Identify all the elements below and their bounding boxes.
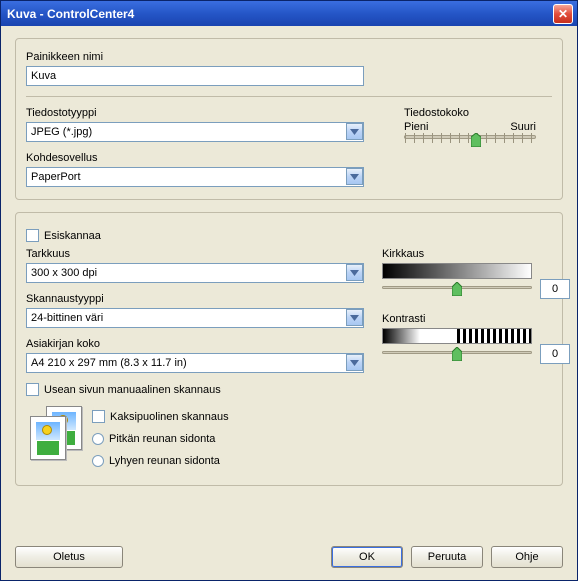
shortedge-radio[interactable]	[92, 455, 104, 467]
duplex-preview-icon	[30, 406, 86, 462]
multipage-checkbox[interactable]	[26, 383, 39, 396]
prescan-checkbox[interactable]	[26, 229, 39, 242]
targetapp-combo[interactable]: PaperPort	[26, 167, 364, 187]
close-icon: ✕	[558, 7, 568, 21]
targetapp-value: PaperPort	[31, 171, 81, 183]
prescan-label: Esiskannaa	[44, 230, 101, 242]
longedge-label: Pitkän reunan sidonta	[109, 433, 215, 445]
chevron-down-icon	[346, 168, 363, 185]
button-name-input[interactable]: Kuva	[26, 66, 364, 86]
slider-thumb-icon	[452, 347, 462, 361]
shortedge-label: Lyhyen reunan sidonta	[109, 455, 220, 467]
resolution-combo[interactable]: 300 x 300 dpi	[26, 263, 364, 283]
scan-settings-group: Esiskannaa Tarkkuus 300 x 300 dpi Skanna…	[15, 212, 563, 486]
targetapp-label: Kohdesovellus	[26, 152, 386, 164]
cancel-button[interactable]: Peruuta	[411, 546, 483, 568]
docsize-combo[interactable]: A4 210 x 297 mm (8.3 x 11.7 in)	[26, 353, 364, 373]
ok-button-label: OK	[359, 551, 375, 563]
titlebar: Kuva - ControlCenter4 ✕	[1, 1, 577, 26]
close-button[interactable]: ✕	[553, 4, 573, 24]
separator	[26, 96, 552, 97]
brightness-value: 0	[552, 283, 558, 295]
button-name-value: Kuva	[31, 70, 56, 82]
defaults-button[interactable]: Oletus	[15, 546, 123, 568]
filesize-slider[interactable]	[404, 135, 536, 139]
slider-thumb-icon	[452, 282, 462, 296]
window-title: Kuva - ControlCenter4	[7, 7, 553, 21]
chevron-down-icon	[346, 264, 363, 281]
file-settings-group: Painikkeen nimi Kuva Tiedostotyyppi JPEG…	[15, 38, 563, 200]
contrast-label: Kontrasti	[382, 313, 570, 325]
resolution-label: Tarkkuus	[26, 248, 364, 260]
filesize-label: Tiedostokoko	[404, 107, 552, 119]
multipage-label: Usean sivun manuaalinen skannaus	[44, 384, 221, 396]
dialog-window: Kuva - ControlCenter4 ✕ Painikkeen nimi …	[0, 0, 578, 581]
filesize-large-label: Suuri	[510, 121, 536, 133]
ok-button[interactable]: OK	[331, 546, 403, 568]
contrast-value-input[interactable]: 0	[540, 344, 570, 364]
chevron-down-icon	[346, 354, 363, 371]
help-button-label: Ohje	[515, 551, 538, 563]
filesize-small-label: Pieni	[404, 121, 428, 133]
brightness-label: Kirkkaus	[382, 248, 570, 260]
scantype-combo[interactable]: 24-bittinen väri	[26, 308, 364, 328]
slider-thumb-icon	[471, 133, 481, 147]
chevron-down-icon	[346, 309, 363, 326]
slider-ticks	[405, 133, 535, 143]
brightness-gradient-icon	[382, 263, 532, 279]
contrast-gradient-icon	[382, 328, 532, 344]
defaults-button-label: Oletus	[53, 551, 85, 563]
filetype-value: JPEG (*.jpg)	[31, 126, 92, 138]
client-area: Painikkeen nimi Kuva Tiedostotyyppi JPEG…	[1, 26, 577, 580]
contrast-slider[interactable]	[382, 349, 532, 355]
scantype-label: Skannaustyyppi	[26, 293, 364, 305]
resolution-value: 300 x 300 dpi	[31, 267, 97, 279]
longedge-radio[interactable]	[92, 433, 104, 445]
brightness-value-input[interactable]: 0	[540, 279, 570, 299]
button-name-label: Painikkeen nimi	[26, 51, 386, 63]
scantype-value: 24-bittinen väri	[31, 312, 103, 324]
contrast-value: 0	[552, 348, 558, 360]
chevron-down-icon	[346, 123, 363, 140]
filetype-combo[interactable]: JPEG (*.jpg)	[26, 122, 364, 142]
filetype-label: Tiedostotyyppi	[26, 107, 386, 119]
help-button[interactable]: Ohje	[491, 546, 563, 568]
button-bar: Oletus OK Peruuta Ohje	[15, 546, 563, 568]
duplex-label: Kaksipuolinen skannaus	[110, 411, 229, 423]
duplex-checkbox[interactable]	[92, 410, 105, 423]
brightness-slider[interactable]	[382, 284, 532, 290]
docsize-value: A4 210 x 297 mm (8.3 x 11.7 in)	[31, 357, 187, 369]
docsize-label: Asiakirjan koko	[26, 338, 364, 350]
cancel-button-label: Peruuta	[428, 551, 467, 563]
